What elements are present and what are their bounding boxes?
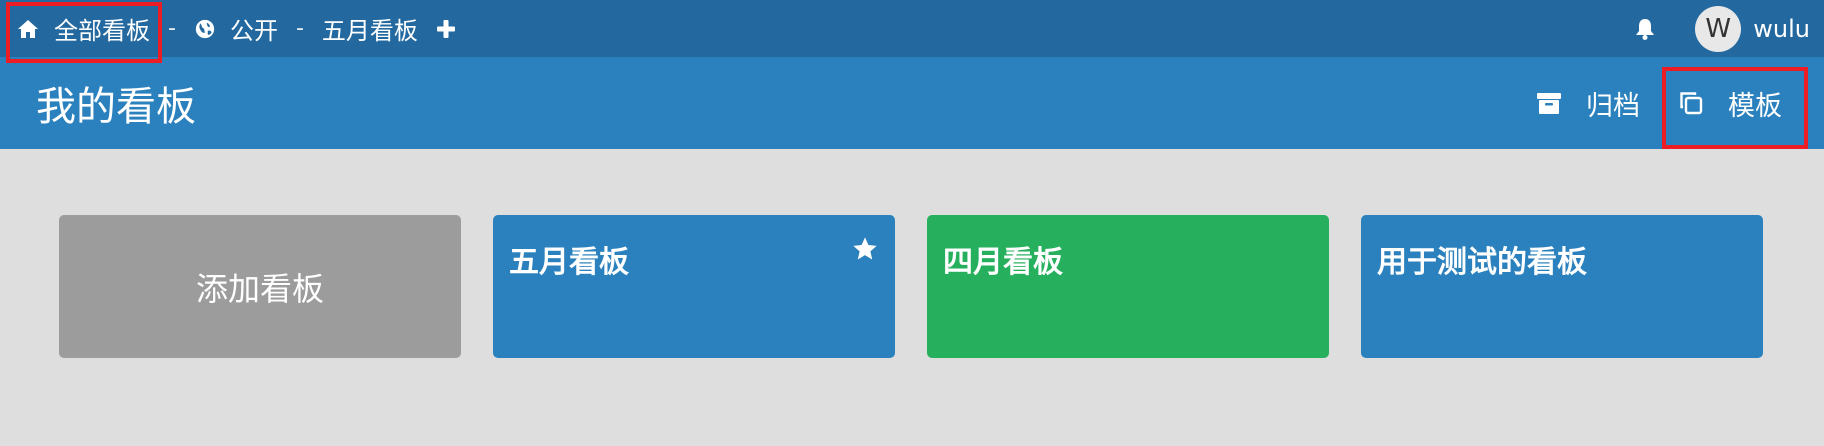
board-card[interactable]: 五月看板 (493, 215, 895, 358)
breadcrumb-may-board-label: 五月看板 (321, 17, 418, 45)
breadcrumb-may-board[interactable]: 五月看板 (322, 11, 418, 46)
templates-button[interactable]: 模板 (1678, 84, 1782, 123)
board-title: 用于测试的看板 (1377, 245, 1587, 280)
page-header: 我的看板 归档 模板 (0, 57, 1824, 149)
globe-icon (195, 19, 215, 38)
add-board-button[interactable]: 添加看板 (59, 215, 461, 358)
avatar[interactable]: W (1695, 5, 1742, 52)
bell-icon[interactable] (1633, 17, 1657, 41)
breadcrumb-separator: - (295, 16, 304, 41)
top-navbar: 全部看板 - 公开 - 五月看板 W wulu (0, 0, 1824, 57)
copy-icon (1680, 92, 1703, 115)
plus-icon[interactable] (436, 19, 456, 39)
board-title: 五月看板 (509, 245, 629, 280)
archive-icon (1537, 93, 1561, 114)
breadcrumb-separator: - (168, 16, 176, 41)
page-title: 我的看板 (36, 84, 196, 130)
add-board-label: 添加看板 (195, 269, 324, 308)
breadcrumb: 全部看板 - 公开 - 五月看板 (0, 0, 456, 57)
home-icon (18, 19, 38, 38)
board-title: 四月看板 (943, 245, 1063, 280)
breadcrumb-public[interactable]: 公开 (194, 11, 278, 46)
breadcrumb-all-boards-label: 全部看板 (54, 17, 150, 45)
board-card[interactable]: 四月看板 (927, 215, 1329, 358)
archive-label: 归档 (1586, 90, 1640, 122)
board-card[interactable]: 用于测试的看板 (1361, 215, 1763, 358)
breadcrumb-public-label: 公开 (229, 17, 278, 45)
star-icon[interactable] (851, 235, 879, 263)
breadcrumb-all-boards[interactable]: 全部看板 (16, 11, 150, 46)
board-list: 添加看板 五月看板 四月看板 用于测试的看板 (59, 215, 1763, 358)
username[interactable]: wulu (1753, 15, 1810, 43)
templates-label: 模板 (1728, 90, 1782, 122)
archive-button[interactable]: 归档 (1536, 84, 1640, 123)
